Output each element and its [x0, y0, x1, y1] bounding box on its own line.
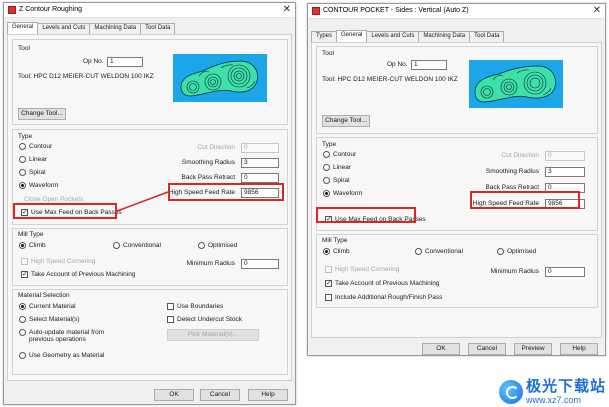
change-tool-button[interactable]: Change Tool... [322, 115, 370, 127]
toolpath-preview-image [469, 60, 563, 108]
watermark-logo-icon [498, 380, 523, 404]
cut-direction-label: Cut Direction [501, 152, 539, 159]
tab-general[interactable]: General [7, 22, 39, 34]
radio-optimised[interactable] [497, 248, 504, 255]
cut-direction-field[interactable]: 0 [545, 151, 585, 161]
watermark-brand: 极光下载站 [525, 378, 606, 395]
take-account-label: Take Account of Previous Machining [335, 280, 440, 287]
help-button[interactable]: Help [560, 343, 598, 355]
tab-tool-data[interactable]: Tool Data [469, 31, 505, 42]
tab-strip: Types General Levels and Cuts Machining … [311, 30, 505, 42]
radio-linear[interactable] [323, 164, 330, 171]
high-speed-cornering-label: High Speed Cornering [335, 266, 400, 273]
watermark-url: www.xz7.com [525, 395, 581, 405]
radio-waveform[interactable] [323, 190, 330, 197]
radio-optimised-label: Optimised [507, 248, 537, 255]
op-no-label: Op No. [387, 61, 408, 68]
cancel-button[interactable]: Cancel [468, 343, 506, 355]
smoothing-radius-field[interactable]: 3 [545, 167, 585, 177]
back-pass-retract-label: Back Pass Retract [485, 184, 539, 191]
type-group-label: Type [322, 141, 337, 148]
radio-climb-label: Climb [333, 248, 350, 255]
watermark: 极光下载站 www.xz7.com [498, 378, 606, 405]
app-icon [312, 7, 320, 15]
tab-machining-data[interactable]: Machining Data [418, 31, 471, 42]
highlight-use-max-feed [316, 207, 416, 223]
ok-button[interactable]: OK [422, 343, 460, 355]
title-bar: CONTOUR POCKET - Sides : Vertical (Auto … [308, 4, 605, 19]
tab-levels-and-cuts[interactable]: Levels and Cuts [366, 31, 420, 42]
smoothing-radius-label: Smoothing Radius [485, 168, 539, 175]
radio-contour-label: Contour [333, 151, 357, 158]
minimum-radius-label: Minimum Radius [490, 268, 539, 275]
close-icon[interactable]: ✕ [593, 5, 601, 16]
radio-spiral[interactable] [323, 177, 330, 184]
radio-linear-label: Linear [333, 164, 352, 171]
op-no-field[interactable]: 1 [411, 60, 447, 70]
radio-spiral-label: Spiral [333, 177, 350, 184]
mill-type-group: Mill Type Climb Conventional Optimised H… [316, 234, 598, 308]
preview-button[interactable]: Preview [514, 343, 552, 355]
radio-conventional-label: Conventional [425, 248, 463, 255]
minimum-radius-field[interactable]: 0 [545, 267, 585, 277]
tab-general[interactable]: General [336, 30, 368, 42]
tool-group-label: Tool [322, 50, 334, 57]
radio-waveform-label: Waveform [333, 190, 363, 197]
contour-pocket-dialog: CONTOUR POCKET - Sides : Vertical (Auto … [307, 3, 606, 356]
tool-group: Tool Op No. 1 Tool: HPC D12 MEIER-CUT WE… [316, 46, 598, 134]
take-account-checkbox[interactable]: ✓ [325, 280, 332, 287]
include-additional-pass-checkbox[interactable] [325, 294, 332, 301]
tool-description: Tool: HPC D12 MEIER-CUT WELDON 100 IKZ [322, 76, 458, 83]
radio-climb[interactable] [323, 248, 330, 255]
radio-contour[interactable] [323, 151, 330, 158]
general-panel: Tool Op No. 1 Tool: HPC D12 MEIER-CUT WE… [311, 42, 602, 338]
radio-conventional[interactable] [415, 248, 422, 255]
tab-types[interactable]: Types [311, 31, 338, 42]
dialog-title: CONTOUR POCKET - Sides : Vertical (Auto … [323, 7, 469, 14]
include-additional-pass-label: Include Additional Rough/Finish Pass [335, 294, 443, 301]
highlight-hs-feed-rate [470, 191, 580, 209]
mill-type-group-label: Mill Type [322, 237, 348, 244]
high-speed-cornering-checkbox[interactable] [325, 266, 332, 273]
